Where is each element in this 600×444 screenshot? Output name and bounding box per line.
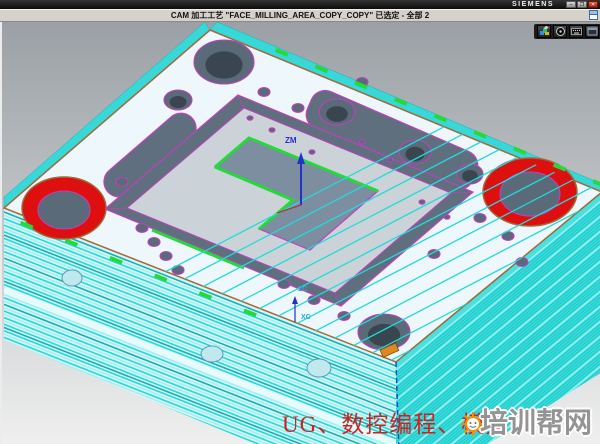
siemens-logo: SIEMENS <box>512 0 554 9</box>
cad-scene[interactable] <box>2 22 600 444</box>
watermark-text: 培训帮网 <box>480 407 592 438</box>
window-icon <box>587 26 598 37</box>
status-bar: CAM 加工工艺 "FACE_MILLING_AREA_COPY_COPY" 已… <box>0 9 600 22</box>
wcs-z-label: ZC <box>298 286 307 293</box>
mcs-z-label: ZM <box>285 136 297 145</box>
watermark: 培训帮网 <box>452 401 592 441</box>
close-button[interactable]: ✕ <box>588 1 598 8</box>
keyboard-icon <box>571 26 582 37</box>
keyboard-button[interactable] <box>569 25 583 38</box>
window-controls: – ❐ ✕ <box>566 1 598 8</box>
dial-button[interactable] <box>553 25 567 38</box>
graphics-viewport[interactable]: ZM ZC XC UG、数控编程、模具 培训帮网 <box>0 22 600 444</box>
view-toolbar <box>534 24 600 39</box>
wcs-x-label: XC <box>301 314 311 321</box>
brush-icon <box>539 26 550 37</box>
window-button[interactable] <box>585 25 599 38</box>
title-bar: SIEMENS – ❐ ✕ <box>0 0 600 9</box>
restore-button[interactable]: ❐ <box>577 1 587 8</box>
app-window: SIEMENS – ❐ ✕ CAM 加工工艺 "FACE_MILLING_ARE… <box>0 0 600 444</box>
status-message: CAM 加工工艺 "FACE_MILLING_AREA_COPY_COPY" 已… <box>171 10 429 21</box>
dial-icon <box>555 26 566 37</box>
minimize-button[interactable]: – <box>566 1 576 8</box>
brush-button[interactable] <box>537 25 551 38</box>
prompt-dock-icon[interactable] <box>589 10 598 20</box>
